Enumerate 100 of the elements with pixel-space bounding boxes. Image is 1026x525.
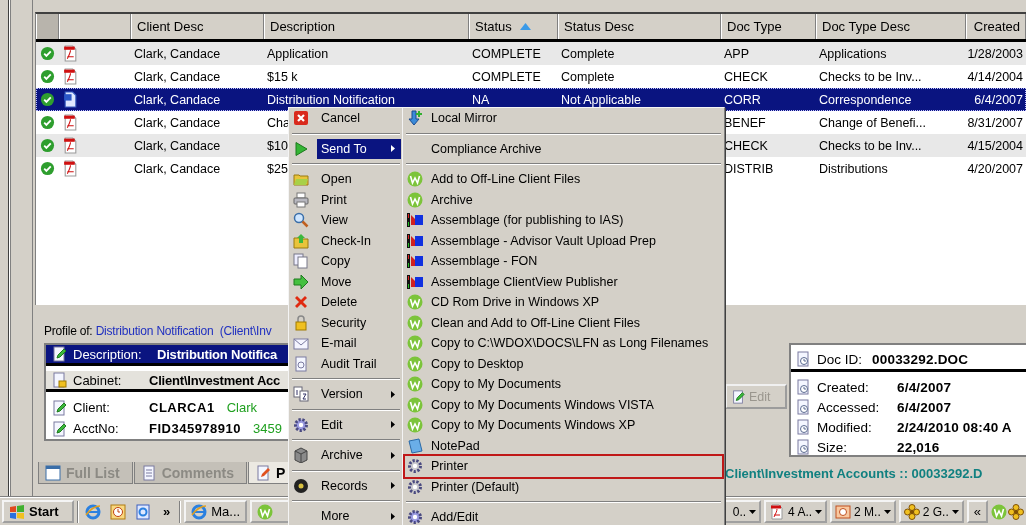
circle-logo-icon — [407, 294, 423, 311]
menu-item[interactable]: Copy to C:\WDOX\DOCS\LFN as Long Filenames — [405, 333, 722, 354]
menu-item[interactable]: Delete — [291, 292, 401, 313]
table-cell: 8/31/2007 — [967, 115, 1023, 130]
caret-icon — [883, 509, 891, 514]
menu-item[interactable]: Assemblage ClientView Publisher — [405, 271, 722, 292]
column-header[interactable]: Created — [966, 14, 1026, 39]
field-value: Distribution Notifica — [157, 346, 278, 362]
menu-item[interactable]: More — [291, 506, 401, 525]
menu-item[interactable]: Cancel — [291, 108, 401, 129]
menu-item[interactable]: Assemblage - FON — [405, 251, 722, 272]
windows-flag-icon — [9, 503, 25, 520]
submenu-arrow-icon — [391, 451, 395, 459]
list-document-icon — [140, 464, 157, 481]
column-header[interactable]: Status Desc — [558, 14, 721, 39]
taskbar-group-button[interactable]: 2 M.. — [830, 500, 896, 523]
table-row[interactable]: Clark, Candace Distribution Notification NA Not Applicable CORR Correspondence 6/4/2007 — [36, 88, 1026, 111]
menu-item[interactable]: Security — [291, 312, 401, 333]
quick-launch-button[interactable] — [107, 503, 129, 520]
window-icon — [45, 464, 61, 481]
menu-item[interactable]: Audit Trail — [291, 353, 401, 374]
column-header[interactable]: Doc Type Desc — [816, 14, 966, 39]
field-label: Modified: — [817, 419, 873, 435]
check-circle-icon — [40, 138, 55, 153]
edit-document-icon — [51, 399, 67, 416]
menu-item[interactable]: Move — [291, 271, 401, 292]
column-header[interactable]: Status — [469, 14, 558, 39]
field-value: 6/4/2007 — [897, 379, 952, 395]
field-value: 00033292.DOC — [872, 351, 969, 367]
column-header[interactable]: Description — [264, 14, 469, 39]
check-circle-icon — [40, 161, 55, 176]
table-row[interactable]: Clark, Candace Application COMPLETE Complete APP Applications 1/28/2003 — [36, 42, 1026, 65]
taskbar-button[interactable]: Ma... — [184, 500, 248, 523]
menu-item[interactable]: Edit — [291, 414, 401, 435]
flower-icon — [903, 503, 920, 520]
table-cell: Correspondence — [819, 92, 912, 107]
menu-item[interactable]: Add to Off-Line Client Files — [405, 169, 722, 190]
menu-item[interactable]: Copy — [291, 251, 401, 272]
flower-icon — [1008, 503, 1024, 520]
more-button[interactable]: » — [157, 504, 177, 519]
table-cell: $10 — [267, 138, 288, 153]
check-circle-icon — [40, 69, 55, 84]
column-header[interactable]: Client Desc — [131, 14, 264, 39]
column-header[interactable]: Doc Type — [721, 14, 816, 39]
field-value: 6/4/2007 — [897, 399, 952, 415]
menu-item[interactable]: Version — [291, 384, 401, 405]
documents-icon — [293, 253, 309, 270]
menu-item[interactable]: Add/Edit — [405, 507, 722, 525]
table-cell: Clark, Candace — [134, 161, 221, 176]
check-circle-icon — [40, 46, 55, 61]
menu-item[interactable]: Copy to My Documents Windows XP — [405, 415, 722, 436]
envelope-icon — [293, 335, 309, 352]
menu-item[interactable]: Copy to My Documents Windows VISTA — [405, 394, 722, 415]
menu-item[interactable]: Printer — [405, 456, 722, 477]
menu-item[interactable]: Copy to My Documents — [405, 374, 722, 395]
menu-item[interactable]: Archive — [405, 189, 722, 210]
menu-item[interactable]: Clean and Add to Off-Line Client Files — [405, 312, 722, 333]
menu-item[interactable]: Compliance Archive — [405, 138, 722, 159]
menu-item[interactable]: Local Mirror — [405, 108, 722, 129]
clock-icon — [110, 503, 126, 520]
table-cell: 6/4/2007 — [974, 92, 1023, 107]
menu-item[interactable]: NotePad — [405, 435, 722, 456]
caret-icon — [815, 509, 823, 514]
pdf-file-icon — [62, 45, 79, 62]
menu-item[interactable]: Assemblage - Advisor Vault Upload Prep — [405, 230, 722, 251]
taskbar-group-button[interactable]: 2 G.. — [898, 500, 964, 523]
circle-logo-icon — [407, 376, 423, 393]
menu-item[interactable]: Check-In — [291, 230, 401, 251]
printer-gear-icon — [407, 458, 423, 475]
padlock-icon — [293, 314, 309, 331]
table-cell: Checks to be Inv... — [819, 69, 922, 84]
circle-logo-icon — [407, 355, 423, 372]
blocks-icon — [407, 212, 423, 229]
menu-item[interactable]: Copy to Desktop — [405, 353, 722, 374]
menu-item[interactable]: CD Rom Drive in Windows XP — [405, 292, 722, 313]
menu-item[interactable]: Open — [291, 169, 401, 190]
disc-icon — [293, 477, 309, 494]
menu-item[interactable]: Print — [291, 189, 401, 210]
circle-logo-icon — [257, 503, 274, 520]
table-cell: APP — [724, 46, 749, 61]
box-icon — [293, 447, 309, 464]
table-cell: $25 — [267, 161, 288, 176]
clock-document-icon — [795, 419, 811, 435]
start-button[interactable]: Start — [2, 500, 74, 523]
menu-item[interactable]: E-mail — [291, 333, 401, 354]
edit-document-icon — [255, 464, 272, 481]
field-value: 22,016 — [897, 439, 940, 455]
printer-gear-icon — [407, 478, 423, 495]
table-cell: CORR — [724, 92, 761, 107]
column-header[interactable] — [36, 14, 59, 39]
sort-ascending-icon — [519, 23, 531, 30]
taskbar-group-button[interactable]: 4 A.. — [764, 500, 828, 523]
menu-item[interactable]: Printer (Default) — [405, 476, 722, 497]
collapse-button[interactable]: « — [966, 500, 988, 523]
table-cell: $15 k — [267, 69, 298, 84]
caret-icon — [951, 509, 959, 514]
menu-item[interactable]: Assemblage (for publishing to IAS) — [405, 210, 722, 231]
menu-item[interactable]: View — [291, 210, 401, 231]
field-value: FID345978910 — [149, 421, 241, 436]
profile-link[interactable]: Distribution Notification (Client\Inv — [95, 324, 272, 338]
